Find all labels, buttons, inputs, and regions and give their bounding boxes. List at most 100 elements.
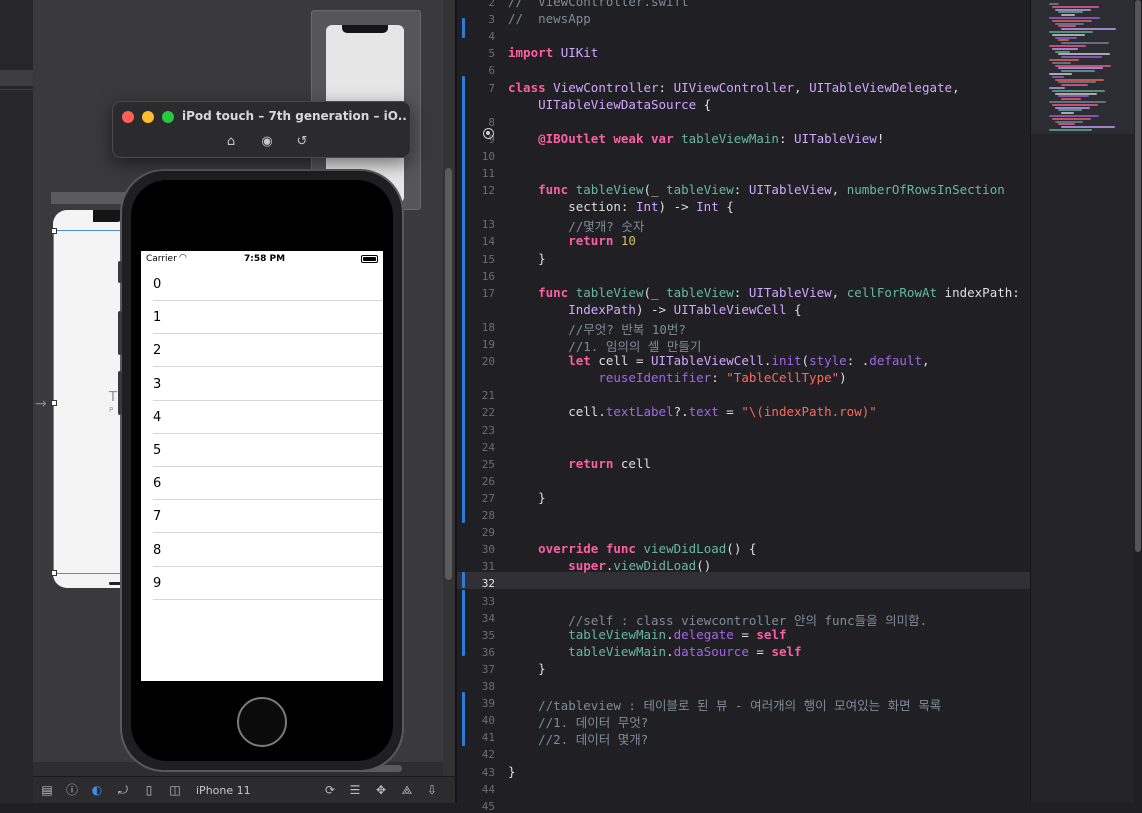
- resize-handle[interactable]: [51, 400, 57, 406]
- editor-scroll-thumb[interactable]: [1135, 0, 1141, 552]
- minimap-line: [1049, 3, 1059, 5]
- canvas-vertical-scroll-thumb[interactable]: [445, 168, 452, 580]
- minimap-line: [1061, 112, 1074, 115]
- line-number: 29: [481, 526, 495, 540]
- code-line[interactable]: super.viewDidLoad(): [508, 558, 711, 573]
- code-text[interactable]: // ViewController.swift // newsApp import …: [501, 0, 1030, 803]
- code-line[interactable]: class ViewController: UIViewController, …: [508, 80, 960, 95]
- variation-icon[interactable]: ◫: [167, 782, 183, 798]
- code-line[interactable]: UITableViewDataSource {: [508, 97, 711, 112]
- code-line[interactable]: @IBOutlet weak var tableViewMain: UITabl…: [508, 131, 884, 146]
- line-number: 36: [481, 645, 495, 659]
- device-config-label[interactable]: iPhone 11: [196, 784, 251, 797]
- simulator-screen[interactable]: Carrier ◠ 7:58 PM 0 1 2 3 4 5 6 7 8 9: [141, 251, 383, 681]
- code-line[interactable]: }: [508, 490, 546, 505]
- embed-icon[interactable]: ⇩: [424, 782, 440, 798]
- accessibility-icon[interactable]: ⓘ: [64, 782, 80, 798]
- code-line[interactable]: cell.textLabel?.text = "\(indexPath.row)…: [508, 404, 877, 419]
- orientation-icon[interactable]: ⤾: [115, 782, 131, 798]
- line-number: 33: [481, 594, 495, 608]
- minimize-button[interactable]: [142, 111, 154, 123]
- change-indicator[interactable]: [462, 18, 465, 38]
- code-line[interactable]: let cell = UITableViewCell.init(style: .…: [508, 353, 929, 368]
- table-row-label: 3: [153, 376, 162, 392]
- code-line[interactable]: return cell: [508, 456, 651, 471]
- code-line[interactable]: section: Int) -> Int {: [508, 199, 734, 214]
- code-line[interactable]: IndexPath) -> UITableViewCell {: [508, 302, 801, 317]
- code-line[interactable]: //2. 데이터 몇개?: [508, 729, 648, 748]
- line-number: 12: [481, 184, 495, 198]
- code-line[interactable]: tableViewMain.delegate = self: [508, 627, 786, 642]
- minimap-line: [1049, 45, 1086, 47]
- line-number: 30: [481, 543, 495, 557]
- table-row-label: 0: [153, 277, 162, 292]
- minimap-line: [1049, 73, 1072, 75]
- minimap[interactable]: [1030, 0, 1135, 803]
- minimap-line: [1052, 47, 1078, 50]
- code-line[interactable]: }: [508, 251, 546, 266]
- scene-header-bar[interactable]: [51, 192, 131, 204]
- change-indicator[interactable]: [462, 590, 465, 656]
- line-number: 6: [488, 64, 495, 78]
- layout-icon[interactable]: ▯: [141, 782, 157, 798]
- code-line[interactable]: }: [508, 764, 516, 779]
- code-line[interactable]: }: [508, 661, 546, 676]
- change-indicator[interactable]: [462, 692, 465, 746]
- line-number: 43: [481, 765, 495, 779]
- minimap-line: [1055, 92, 1097, 95]
- table-row[interactable]: 3: [141, 368, 383, 401]
- table-row[interactable]: 8: [141, 534, 383, 567]
- code-line[interactable]: func tableView(_ tableView: UITableView,…: [508, 182, 1005, 197]
- code-line[interactable]: func tableView(_ tableView: UITableView,…: [508, 285, 1020, 300]
- code-line[interactable]: tableViewMain.dataSource = self: [508, 644, 801, 659]
- code-line[interactable]: reuseIdentifier: "TableCellType"): [508, 370, 846, 385]
- simulator-window[interactable]: iPod touch – 7th generation – iO... ⌂ ◉ …: [112, 101, 411, 158]
- volume-down-button: [118, 371, 122, 415]
- resize-handle[interactable]: [51, 228, 57, 234]
- line-number: 45: [481, 799, 495, 813]
- line-number: 20: [481, 355, 495, 369]
- appearance-icon[interactable]: ◐: [89, 782, 105, 798]
- change-indicator[interactable]: [462, 76, 465, 523]
- minimap-line: [1049, 115, 1099, 117]
- resolve-constraints-icon[interactable]: ⟁: [399, 782, 415, 798]
- code-line[interactable]: override func viewDidLoad() {: [508, 541, 756, 556]
- change-indicator[interactable]: [462, 572, 465, 588]
- scene-notch: [93, 210, 123, 222]
- pin-icon[interactable]: ✥: [373, 782, 389, 798]
- line-number: 22: [481, 406, 495, 420]
- editor-vertical-scrollbar[interactable]: [1134, 0, 1142, 803]
- storyboard-scene[interactable]: T P: [51, 210, 123, 588]
- code-line[interactable]: import UIKit: [508, 45, 598, 60]
- code-line[interactable]: // newsApp: [508, 11, 591, 26]
- line-number: 19: [481, 338, 495, 351]
- close-button[interactable]: [122, 111, 134, 123]
- minimap-line: [1055, 64, 1111, 67]
- screenshot-icon[interactable]: ◉: [259, 134, 275, 150]
- table-row[interactable]: 0: [141, 268, 383, 301]
- table-row[interactable]: 9: [141, 567, 383, 600]
- table-row[interactable]: 1: [141, 301, 383, 335]
- rotate-icon[interactable]: ↺: [294, 134, 310, 150]
- align-icon[interactable]: ☰: [347, 782, 363, 798]
- entry-point-arrow-icon[interactable]: →: [35, 396, 47, 412]
- table-row-label: 8: [153, 542, 162, 558]
- outlet-connection-icon[interactable]: [483, 128, 494, 139]
- sidebar-toggle-icon[interactable]: ▤: [39, 782, 55, 798]
- home-icon[interactable]: ⌂: [223, 134, 239, 150]
- minimap-line: [1055, 106, 1090, 109]
- update-frames-icon[interactable]: ⟳: [322, 782, 338, 798]
- zoom-button[interactable]: [162, 111, 174, 123]
- table-row[interactable]: 4: [141, 401, 383, 434]
- code-line[interactable]: return 10: [508, 233, 636, 248]
- table-row[interactable]: 7: [141, 500, 383, 534]
- code-line[interactable]: // ViewController.swift: [508, 0, 689, 9]
- navigator-selected-item[interactable]: [0, 70, 33, 86]
- minimap-line: [1061, 98, 1081, 101]
- table-row[interactable]: 6: [141, 467, 383, 501]
- table-row[interactable]: 2: [141, 334, 383, 368]
- line-number: 17: [481, 286, 495, 300]
- resize-handle[interactable]: [51, 570, 57, 576]
- table-row[interactable]: 5: [141, 434, 383, 467]
- home-button[interactable]: [237, 697, 287, 747]
